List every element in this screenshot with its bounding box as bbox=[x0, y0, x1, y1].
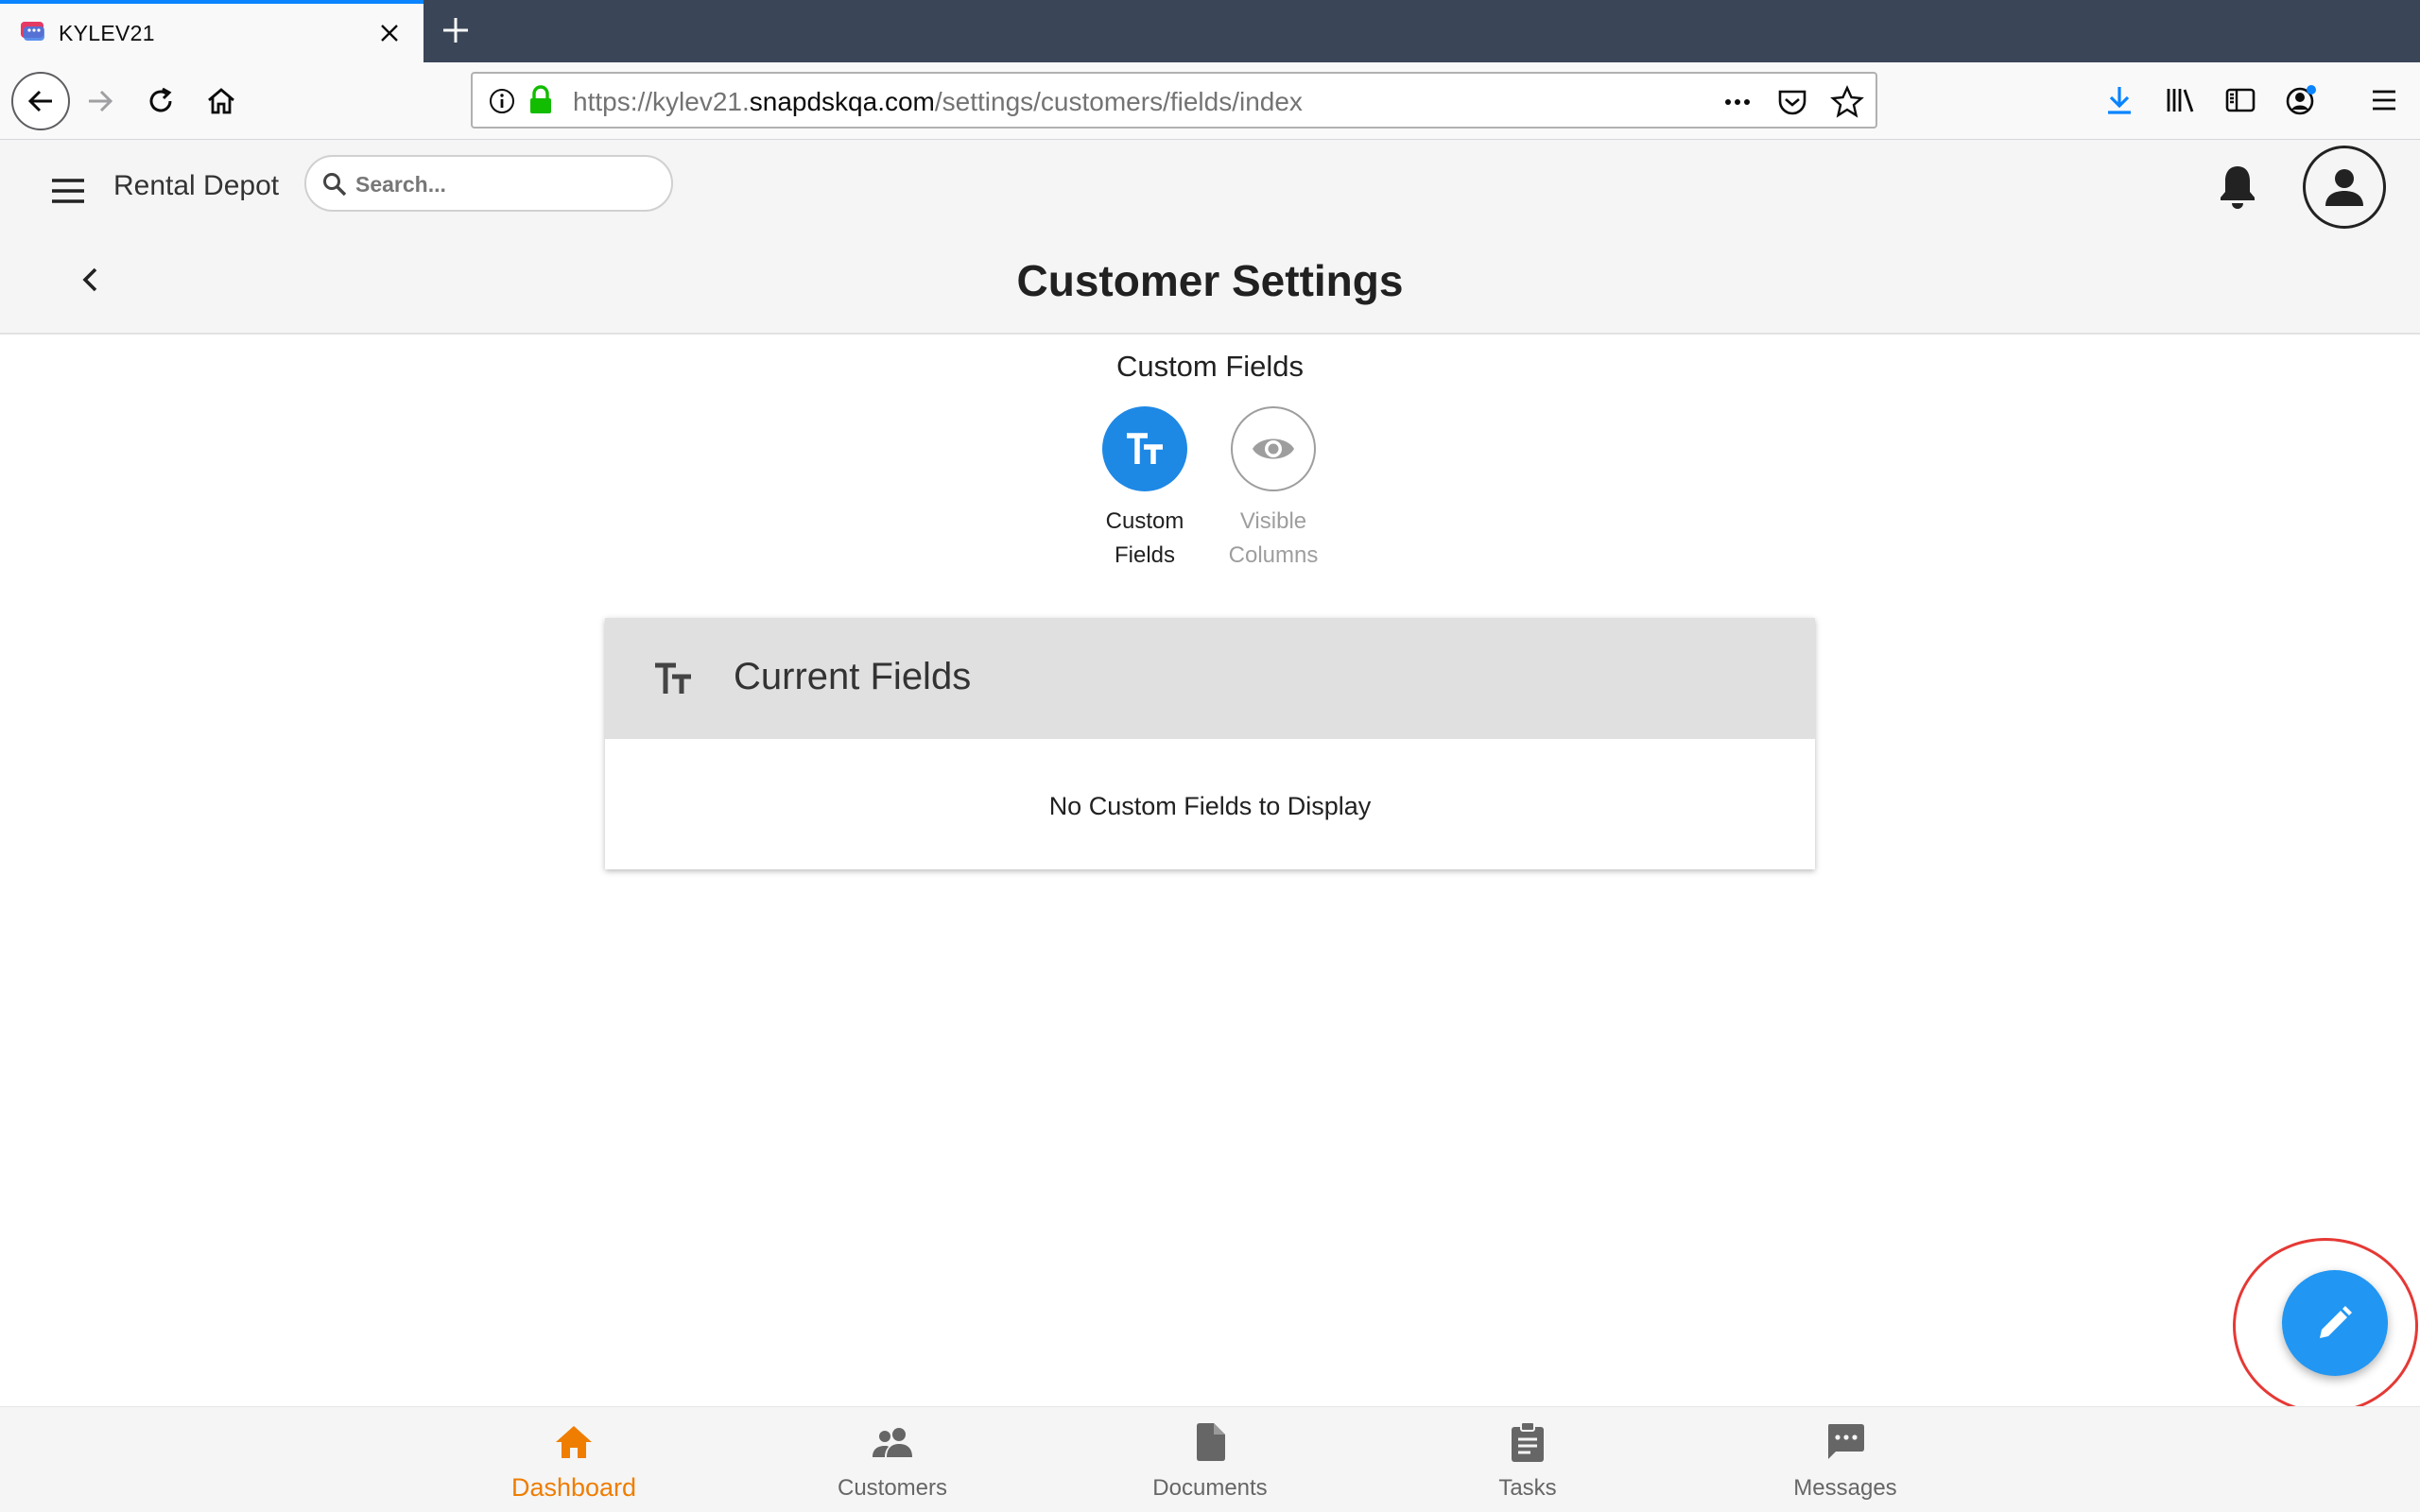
section-title: Custom Fields bbox=[1115, 350, 1305, 383]
bottom-nav: Dashboard Customers Documents Tasks Mess… bbox=[0, 1406, 2420, 1512]
url-path: /settings/customers/fields/index bbox=[934, 87, 1303, 116]
mode-label-line: Visible bbox=[1239, 508, 1307, 534]
card-header: Current Fields bbox=[605, 618, 1815, 739]
more-actions-icon[interactable] bbox=[1719, 83, 1756, 121]
current-fields-card: Current Fields No Custom Fields to Displ… bbox=[605, 618, 1815, 869]
pocket-icon[interactable] bbox=[1773, 83, 1811, 121]
mode-custom-fields[interactable]: Custom Fields bbox=[1079, 406, 1211, 573]
mode-label-line: Fields bbox=[1114, 542, 1176, 568]
edit-fab-button[interactable] bbox=[2282, 1270, 2388, 1376]
browser-tabbar: KYLEV21 bbox=[0, 0, 2420, 62]
chat-icon bbox=[1824, 1420, 1867, 1464]
mode-visible-columns[interactable]: Visible Columns bbox=[1207, 406, 1340, 573]
bottom-nav-messages[interactable]: Messages bbox=[1741, 1420, 1949, 1502]
bookmark-star-icon[interactable] bbox=[1828, 83, 1866, 121]
account-button[interactable] bbox=[2280, 79, 2322, 121]
bottom-nav-dashboard[interactable]: Dashboard bbox=[470, 1420, 678, 1503]
search-icon bbox=[323, 173, 347, 197]
account-icon bbox=[2286, 85, 2316, 115]
text-size-icon bbox=[655, 662, 691, 694]
lock-icon[interactable] bbox=[527, 85, 554, 115]
empty-state-message: No Custom Fields to Display bbox=[1048, 792, 1372, 820]
browser-back-button[interactable] bbox=[11, 72, 70, 130]
close-tab-icon[interactable] bbox=[376, 20, 403, 46]
bottom-nav-label: Tasks bbox=[1498, 1475, 1557, 1501]
people-icon bbox=[871, 1420, 914, 1464]
bell-icon[interactable] bbox=[2216, 163, 2259, 212]
user-avatar-button[interactable] bbox=[2303, 146, 2386, 229]
clipboard-icon bbox=[1506, 1420, 1549, 1464]
eye-icon bbox=[1253, 438, 1294, 459]
bottom-nav-label: Dashboard bbox=[510, 1473, 637, 1502]
library-icon bbox=[2167, 89, 2194, 112]
search-input[interactable] bbox=[355, 166, 658, 202]
mode-custom-fields-circle[interactable] bbox=[1102, 406, 1187, 491]
bottom-nav-label: Customers bbox=[837, 1475, 948, 1501]
mode-label-line: Custom bbox=[1105, 508, 1184, 534]
browser-tab[interactable]: KYLEV21 bbox=[0, 0, 424, 62]
home-outline-icon bbox=[208, 88, 234, 114]
sidebar-icon bbox=[2225, 88, 2256, 112]
pencil-icon bbox=[2320, 1306, 2352, 1338]
url-actions bbox=[1719, 81, 1866, 123]
mode-custom-fields-label: Custom Fields bbox=[1079, 505, 1211, 573]
browser-reload-button[interactable] bbox=[134, 75, 187, 128]
url-scheme: https://kylev21. bbox=[573, 87, 750, 116]
mode-label-line: Columns bbox=[1228, 542, 1319, 568]
bottom-nav-documents[interactable]: Documents bbox=[1106, 1420, 1314, 1502]
library-button[interactable] bbox=[2159, 79, 2201, 121]
new-tab-icon[interactable] bbox=[439, 13, 473, 47]
bottom-nav-label: Documents bbox=[1152, 1475, 1268, 1501]
document-icon bbox=[1188, 1420, 1232, 1464]
search-box[interactable] bbox=[304, 155, 673, 212]
app-header: Rental Depot Customer Settings bbox=[0, 140, 2420, 335]
address-bar[interactable]: https://kylev21.snapdskqa.com/settings/c… bbox=[471, 72, 1877, 129]
mode-visible-columns-label: Visible Columns bbox=[1207, 505, 1340, 573]
mode-visible-columns-circle[interactable] bbox=[1231, 406, 1316, 491]
text-size-icon bbox=[1127, 433, 1163, 464]
browser-menu-button[interactable] bbox=[2363, 79, 2405, 121]
hamburger-menu-icon[interactable] bbox=[47, 170, 89, 212]
url-text: https://kylev21.snapdskqa.com/settings/c… bbox=[573, 87, 1303, 117]
download-icon bbox=[2108, 87, 2131, 114]
tab-title: KYLEV21 bbox=[59, 21, 155, 45]
reload-icon bbox=[149, 87, 172, 112]
page-title: Customer Settings bbox=[1016, 256, 1404, 305]
user-icon bbox=[2325, 169, 2363, 206]
sidebar-button[interactable] bbox=[2220, 79, 2261, 121]
bottom-nav-label: Messages bbox=[1793, 1475, 1897, 1501]
home-icon bbox=[552, 1420, 596, 1464]
browser-navbar: https://kylev21.snapdskqa.com/settings/c… bbox=[0, 62, 2420, 140]
downloads-button[interactable] bbox=[2099, 79, 2140, 121]
arrow-right-icon bbox=[89, 90, 113, 112]
info-icon[interactable] bbox=[488, 87, 516, 115]
arrow-left-icon bbox=[27, 90, 52, 112]
bottom-nav-tasks[interactable]: Tasks bbox=[1424, 1420, 1632, 1502]
browser-forward-button[interactable] bbox=[74, 75, 127, 128]
card-title: Current Fields bbox=[734, 656, 972, 697]
brand-name: Rental Depot bbox=[113, 170, 280, 201]
toolbar-icons bbox=[2099, 79, 2322, 121]
app-favicon-icon bbox=[21, 22, 44, 41]
bottom-nav-customers[interactable]: Customers bbox=[788, 1420, 996, 1502]
browser-home-button[interactable] bbox=[195, 75, 248, 128]
url-host: snapdskqa.com bbox=[749, 87, 935, 116]
menu-icon bbox=[2373, 90, 2395, 111]
